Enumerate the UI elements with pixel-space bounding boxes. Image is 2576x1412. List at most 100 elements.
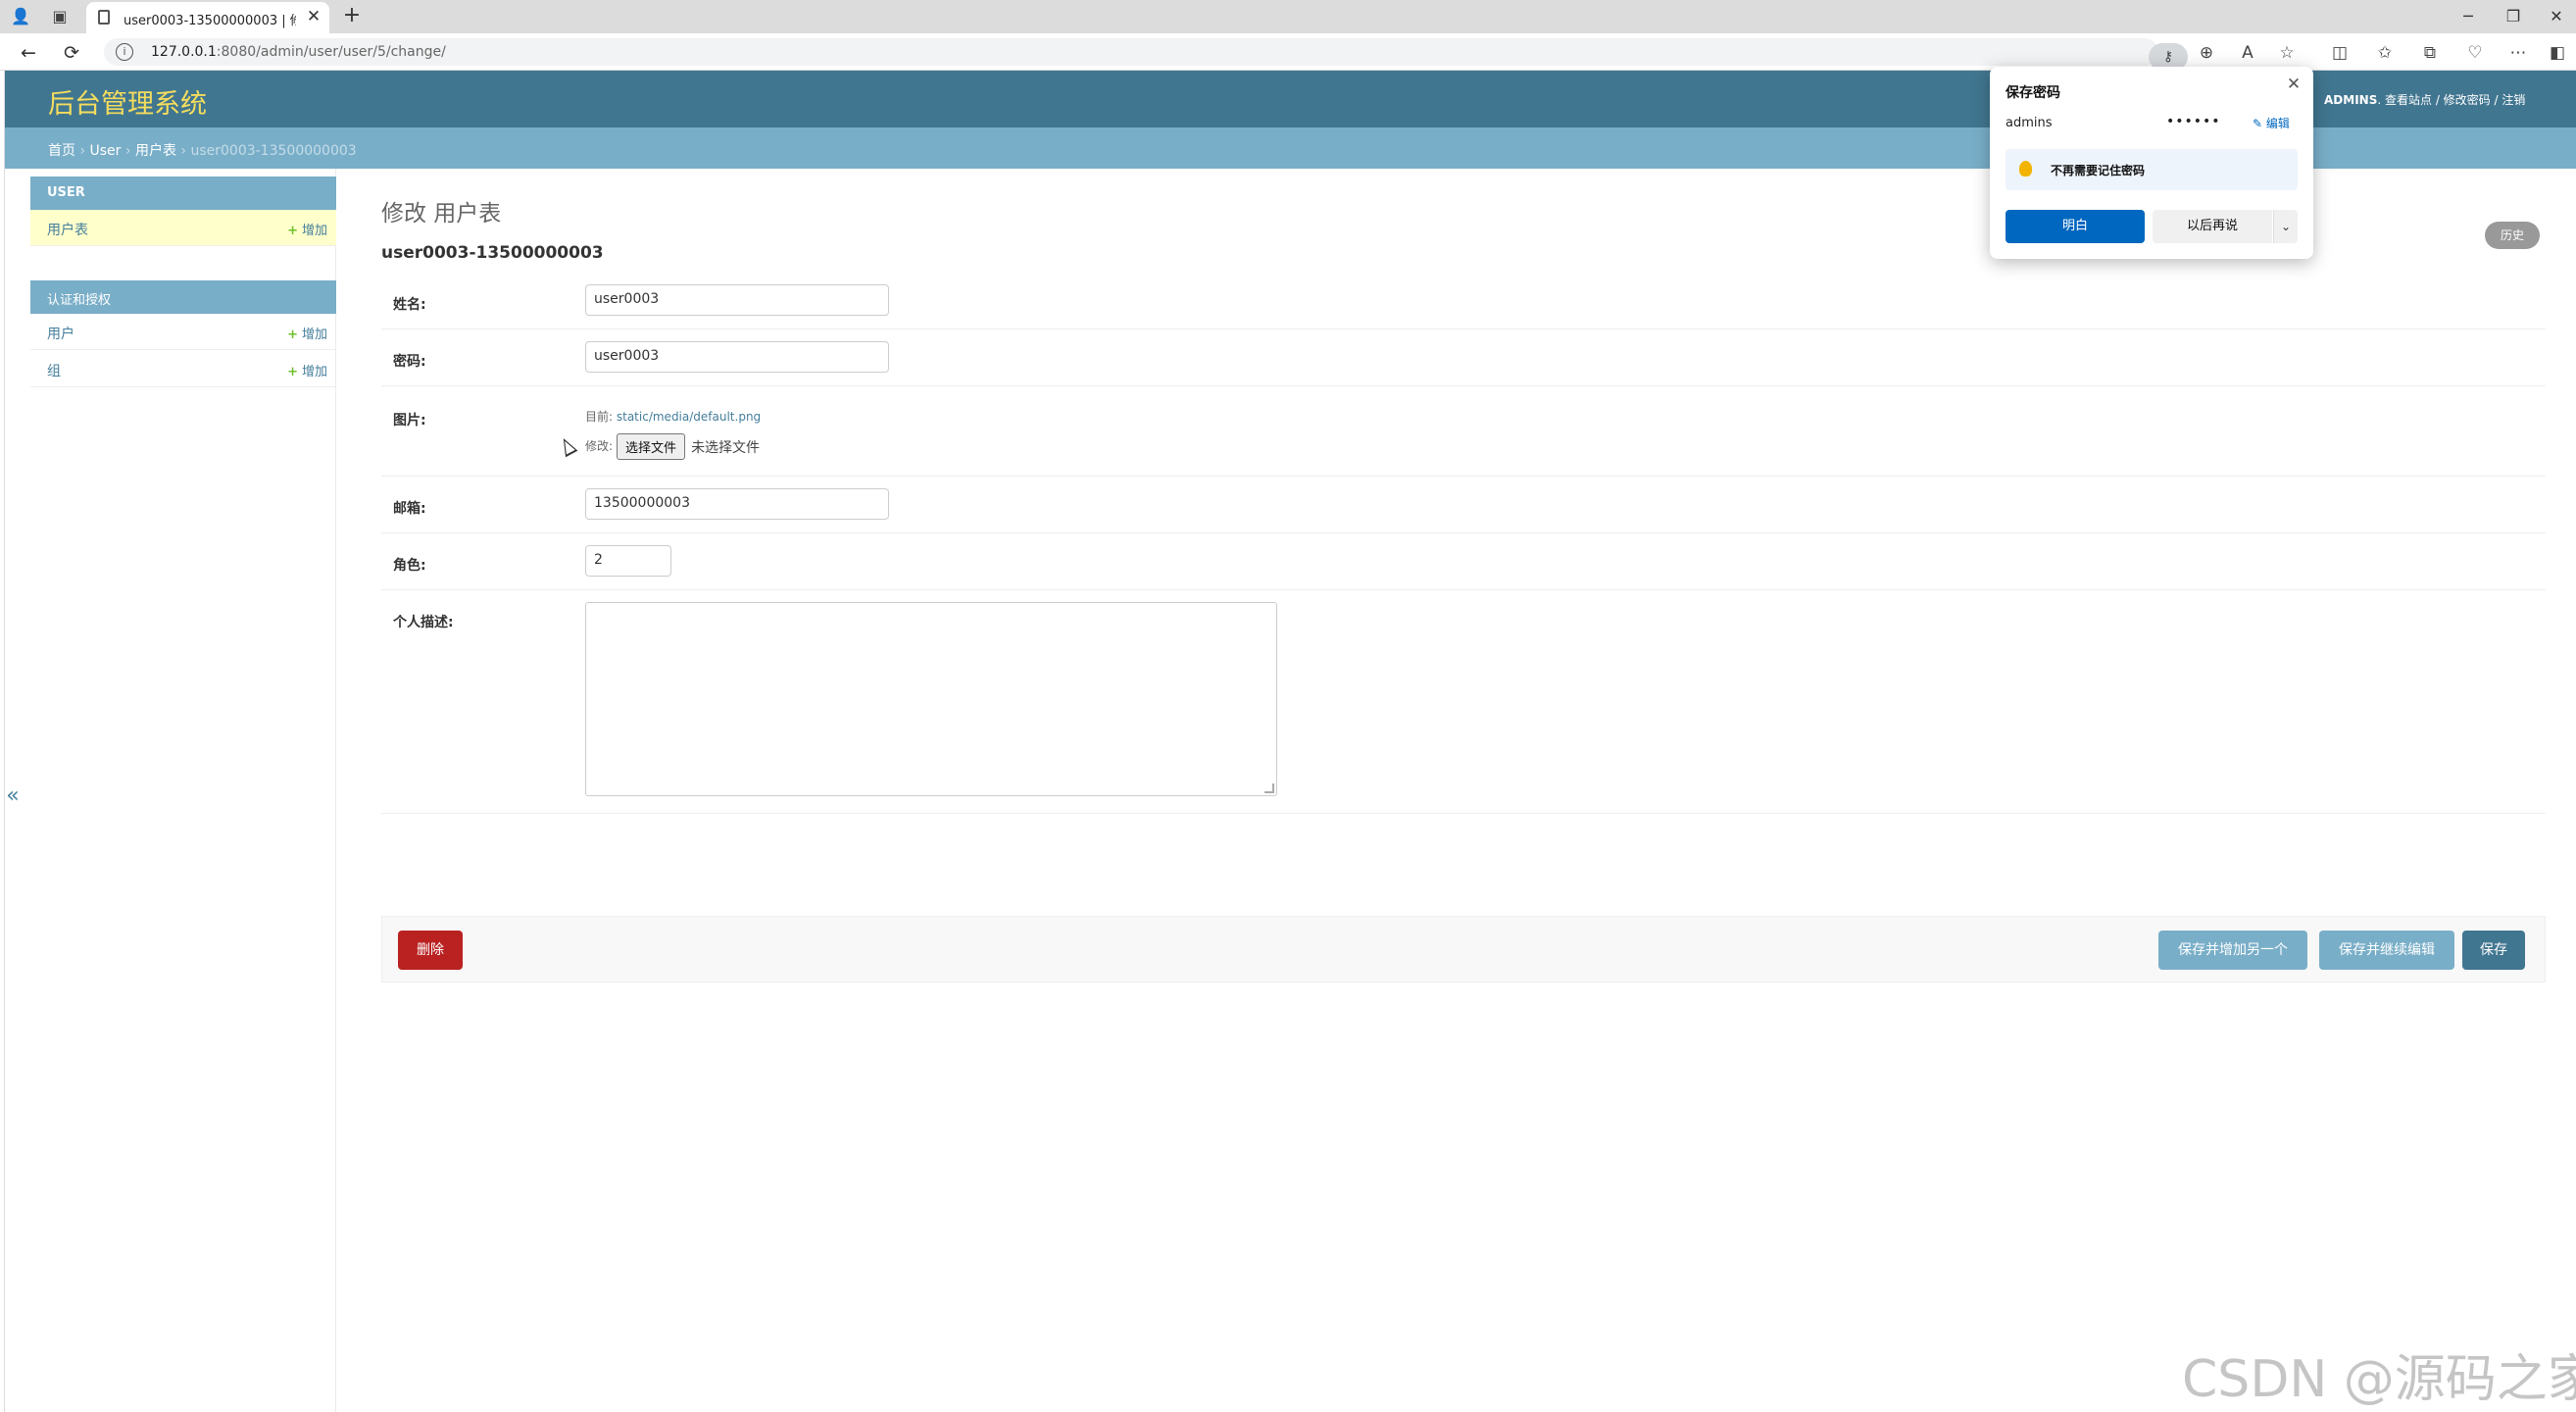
nav-sidebar: USER 用户表 + 增加 认证和授权 用户 + 增加 组 + 增加	[5, 169, 336, 1412]
browser-tab-bar: 👤 ▣ user0003-13500000003 | 修改 用 ✕ + ─ ❐ …	[0, 0, 2576, 33]
url-bar[interactable]: i 127.0.0.1:8080/admin/user/user/5/chang…	[104, 38, 2188, 71]
sidebar-item-users-link[interactable]: 用户	[47, 324, 74, 343]
zoom-icon[interactable]: ⊕	[2194, 41, 2219, 65]
password-input[interactable]: user0003	[585, 341, 889, 373]
sidebar-item-groups-link[interactable]: 组	[47, 361, 61, 380]
window-close-icon[interactable]: ✕	[2537, 4, 2576, 29]
add-group-link[interactable]: + 增加	[287, 361, 327, 379]
image-change: 修改: 选择文件 未选择文件	[585, 433, 760, 460]
add-user-table-link[interactable]: + 增加	[287, 220, 327, 238]
site-branding[interactable]: 后台管理系统	[48, 82, 207, 121]
edit-password-button[interactable]: ✎ 编辑	[2253, 115, 2290, 131]
popup-title: 保存密码	[2006, 85, 2060, 101]
breadcrumb-current: user0003-13500000003	[190, 143, 357, 159]
description-label: 个人描述:	[393, 615, 454, 630]
add-user-link[interactable]: + 增加	[287, 324, 327, 342]
profile-icon[interactable]: 👤	[10, 6, 31, 27]
add-icon: +	[287, 224, 298, 238]
main-content: 修改 用户表 user0003-13500000003 历史 姓名: user0…	[381, 169, 2548, 1051]
browser-essentials-icon[interactable]: ♡	[2462, 41, 2488, 65]
add-icon: +	[287, 365, 298, 379]
save-add-another-button[interactable]: 保存并增加另一个	[2158, 931, 2307, 970]
later-button[interactable]: 以后再说	[2153, 210, 2272, 243]
sidebar-item-groups: 组 + 增加	[30, 351, 336, 387]
submit-row: 删除 保存并增加另一个 保存并继续编辑 保存	[381, 916, 2546, 983]
breadcrumb-model[interactable]: 用户表	[135, 143, 176, 159]
history-button[interactable]: 历史	[2485, 222, 2540, 249]
role-label: 角色:	[393, 558, 426, 574]
tab-close-icon[interactable]: ✕	[304, 6, 323, 27]
save-continue-button[interactable]: 保存并继续编辑	[2319, 931, 2454, 970]
notice-text: 不再需要记住密码	[2051, 164, 2146, 177]
form-row-description: 个人描述:	[381, 590, 2546, 814]
new-tab-button[interactable]: +	[339, 4, 365, 29]
sidebar-item-user-table-link[interactable]: 用户表	[47, 220, 88, 239]
password-label: 密码:	[393, 354, 426, 370]
object-title: user0003-13500000003	[381, 243, 604, 263]
got-it-button[interactable]: 明白	[2006, 210, 2145, 243]
popup-close-icon[interactable]: ✕	[2282, 73, 2305, 96]
email-input[interactable]: 13500000003	[585, 488, 889, 520]
sidebar-icon[interactable]: ◧	[2545, 41, 2570, 65]
url-host: 127.0.0.1	[151, 44, 217, 60]
read-aloud-icon[interactable]: A	[2235, 41, 2260, 65]
edit-icon: ✎	[2253, 117, 2263, 130]
address-toolbar: ← ⟳ i 127.0.0.1:8080/admin/user/user/5/c…	[0, 33, 2576, 71]
minimize-icon[interactable]: ─	[2449, 4, 2488, 29]
module-caption-user[interactable]: USER	[30, 176, 336, 210]
site-info-icon[interactable]: i	[116, 43, 133, 61]
user-tools: ADMINS. 查看站点 / 修改密码 / 注销	[2324, 93, 2526, 107]
favorite-star-icon[interactable]: ☆	[2274, 41, 2300, 65]
image-current-link[interactable]: static/media/default.png	[617, 410, 761, 424]
add-icon: +	[287, 328, 298, 342]
image-label: 图片:	[393, 413, 426, 429]
more-icon[interactable]: ⋯	[2505, 41, 2531, 65]
delete-button[interactable]: 删除	[398, 931, 463, 970]
favorites-icon[interactable]: ✩	[2372, 41, 2398, 65]
chevron-down-icon[interactable]: ⌄	[2273, 210, 2298, 243]
role-input[interactable]: 2	[585, 545, 671, 577]
name-label: 姓名:	[393, 297, 426, 313]
lightbulb-icon	[2019, 161, 2032, 176]
saved-password: ••••••	[2166, 114, 2221, 129]
reload-icon[interactable]: ⟳	[59, 40, 84, 66]
breadcrumb-app[interactable]: User	[90, 143, 122, 159]
form-row-image: 图片: 目前: static/media/default.png 修改: 选择文件…	[381, 386, 2546, 477]
sidebar-item-user-table: 用户表 + 增加	[30, 210, 336, 246]
name-input[interactable]: user0003	[585, 284, 889, 316]
change-password-link[interactable]: 修改密码	[2444, 93, 2491, 107]
collections-icon[interactable]: ⧉	[2417, 41, 2443, 65]
split-screen-icon[interactable]: ◫	[2327, 41, 2353, 65]
breadcrumb-home[interactable]: 首页	[48, 143, 75, 159]
url-path: :8080/admin/user/user/5/change/	[216, 44, 446, 60]
admin-page: 后台管理系统 ADMINS. 查看站点 / 修改密码 / 注销 首页 › Use…	[4, 71, 2576, 1412]
back-icon[interactable]: ←	[16, 40, 41, 66]
restore-icon[interactable]: ❐	[2494, 4, 2533, 29]
username: ADMINS	[2324, 93, 2378, 107]
image-current: 目前: static/media/default.png	[585, 410, 762, 424]
tab-title: user0003-13500000003 | 修改 用	[124, 14, 296, 28]
sidebar-item-users: 用户 + 增加	[30, 314, 336, 350]
view-site-link[interactable]: 查看站点	[2385, 93, 2432, 107]
url-text[interactable]: 127.0.0.1:8080/admin/user/user/5/change/	[151, 44, 446, 60]
choose-file-button[interactable]: 选择文件	[617, 433, 686, 460]
form-row-password: 密码: user0003	[381, 329, 2546, 386]
logout-link[interactable]: 注销	[2502, 93, 2525, 107]
module-caption-auth[interactable]: 认证和授权	[30, 280, 336, 314]
no-file-text: 未选择文件	[691, 439, 761, 456]
description-textarea[interactable]	[585, 602, 1277, 796]
password-notice[interactable]: 不再需要记住密码	[2006, 149, 2298, 190]
email-label: 邮箱:	[393, 501, 426, 517]
form-row-name: 姓名: user0003	[381, 273, 2546, 329]
page-icon	[98, 10, 110, 25]
save-button[interactable]: 保存	[2462, 931, 2525, 970]
form-row-role: 角色: 2	[381, 533, 2546, 590]
browser-tab[interactable]: user0003-13500000003 | 修改 用 ✕	[86, 2, 329, 33]
save-password-popup: 保存密码 ✕ admins •••••• ✎ 编辑 不再需要记住密码 明白 以后…	[1990, 67, 2313, 259]
saved-username: admins	[2006, 116, 2053, 130]
page-title: 修改 用户表	[381, 201, 502, 227]
tab-actions-icon[interactable]: ▣	[49, 6, 71, 27]
watermark: CSDN @源码之家	[2182, 1350, 2576, 1409]
resize-handle[interactable]	[1264, 783, 1274, 793]
sidebar-collapse-icon[interactable]: «	[1, 777, 25, 816]
